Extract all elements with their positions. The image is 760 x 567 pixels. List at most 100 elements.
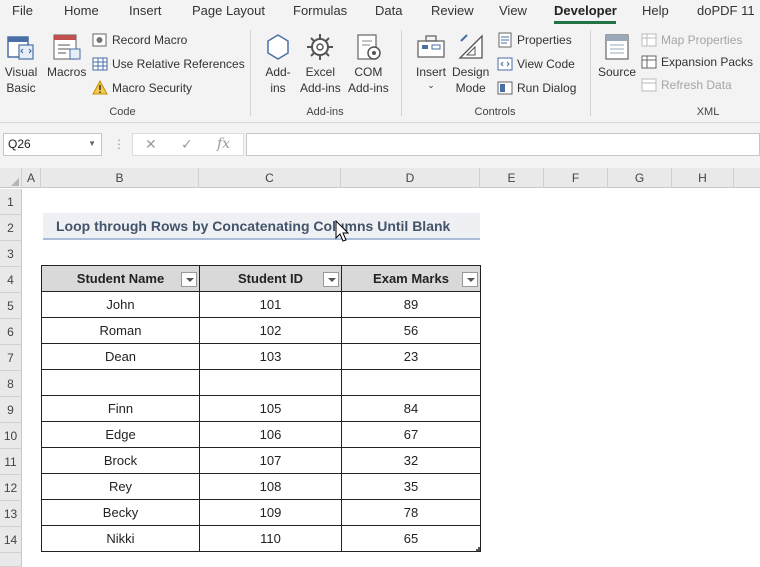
view-code-button[interactable]: View Code xyxy=(497,54,575,74)
controls-group-label: Controls xyxy=(474,106,516,118)
cell-exam-marks[interactable]: 89 xyxy=(341,291,481,318)
cell-student-id[interactable]: 106 xyxy=(199,421,342,448)
cell-exam-marks[interactable]: 78 xyxy=(341,499,481,526)
menu-formulas[interactable]: Formulas xyxy=(293,3,347,18)
cell-student-id[interactable]: 107 xyxy=(199,447,342,474)
cell-student-name[interactable]: John xyxy=(41,291,200,318)
menu-page-layout[interactable]: Page Layout xyxy=(192,3,265,18)
row-header[interactable]: 6 xyxy=(0,319,22,345)
column-header-f[interactable]: F xyxy=(544,168,608,188)
expansion-packs-button[interactable]: Expansion Packs xyxy=(641,52,753,72)
cell-student-id[interactable]: 103 xyxy=(199,343,342,370)
run-dialog-button[interactable]: Run Dialog xyxy=(497,78,576,98)
title-cell[interactable]: Loop through Rows by Concatenating Colum… xyxy=(43,213,480,240)
cell-exam-marks[interactable]: 56 xyxy=(341,317,481,344)
formula-input[interactable] xyxy=(246,133,760,156)
excel-addins-button[interactable]: Excel Add-ins xyxy=(300,30,341,96)
select-all-button[interactable] xyxy=(0,168,22,188)
cell-exam-marks[interactable] xyxy=(341,369,481,396)
insert-function-icon[interactable]: fx xyxy=(217,136,230,152)
insert-controls-button[interactable]: Insert ⌄ xyxy=(414,30,448,90)
macro-security-button[interactable]: Macro Security xyxy=(92,78,192,98)
cell-student-id[interactable]: 105 xyxy=(199,395,342,422)
menu-file[interactable]: File xyxy=(12,3,33,18)
row-header[interactable]: 14 xyxy=(0,527,22,553)
row-header[interactable]: 13 xyxy=(0,501,22,527)
row-header[interactable]: 10 xyxy=(0,423,22,449)
row-header[interactable]: 1 xyxy=(0,189,22,215)
header-exam-marks[interactable]: Exam Marks xyxy=(341,265,481,292)
refresh-data-button[interactable]: Refresh Data xyxy=(641,75,732,95)
com-addins-button[interactable]: COM Add-ins xyxy=(348,30,389,96)
header-student-id[interactable]: Student ID xyxy=(199,265,342,292)
expansion-packs-label: Expansion Packs xyxy=(661,55,754,69)
menu-view[interactable]: View xyxy=(499,3,527,18)
cell-student-id[interactable]: 110 xyxy=(199,525,342,552)
row-header[interactable]: 2 xyxy=(0,215,22,241)
source-button[interactable]: Source xyxy=(598,30,636,80)
row-header[interactable]: 9 xyxy=(0,397,22,423)
cell-student-name[interactable] xyxy=(41,369,200,396)
cell-student-name[interactable]: Edge xyxy=(41,421,200,448)
addins-button[interactable]: Add- ins xyxy=(261,30,295,96)
table-resize-handle[interactable] xyxy=(476,547,480,551)
name-box[interactable]: Q26 ▼ xyxy=(3,133,102,156)
column-header-b[interactable]: B xyxy=(41,168,199,188)
menu-help[interactable]: Help xyxy=(642,3,669,18)
menu-home[interactable]: Home xyxy=(64,3,99,18)
cell-exam-marks[interactable]: 65 xyxy=(341,525,481,552)
cell-student-id[interactable]: 108 xyxy=(199,473,342,500)
menu-dopdf[interactable]: doPDF 11 xyxy=(697,3,755,18)
cell-student-name[interactable]: Finn xyxy=(41,395,200,422)
chevron-down-icon[interactable]: ▼ xyxy=(88,139,96,148)
column-header-a[interactable]: A xyxy=(22,168,41,188)
visual-basic-button[interactable]: Visual Basic xyxy=(4,30,38,96)
properties-button[interactable]: Properties xyxy=(497,30,572,50)
row-header[interactable]: 7 xyxy=(0,345,22,371)
cell-exam-marks[interactable]: 67 xyxy=(341,421,481,448)
cell-student-name[interactable]: Rey xyxy=(41,473,200,500)
row-header[interactable]: 11 xyxy=(0,449,22,475)
menu-review[interactable]: Review xyxy=(431,3,474,18)
row-header[interactable]: 12 xyxy=(0,475,22,501)
cell-exam-marks[interactable]: 84 xyxy=(341,395,481,422)
cell-student-id[interactable]: 101 xyxy=(199,291,342,318)
relative-references-button[interactable]: Use Relative References xyxy=(92,54,245,74)
cell-student-name[interactable]: Dean xyxy=(41,343,200,370)
cell-student-name[interactable]: Roman xyxy=(41,317,200,344)
column-header-c[interactable]: C xyxy=(199,168,341,188)
cell-exam-marks[interactable]: 23 xyxy=(341,343,481,370)
row-header[interactable]: 3 xyxy=(0,241,22,267)
filter-dropdown-icon[interactable] xyxy=(181,272,197,287)
design-mode-button[interactable]: Design Mode xyxy=(452,30,489,96)
menu-developer[interactable]: Developer xyxy=(554,3,617,18)
column-header-e[interactable]: E xyxy=(480,168,544,188)
column-header-g[interactable]: G xyxy=(608,168,672,188)
cell-student-id[interactable]: 109 xyxy=(199,499,342,526)
cell-student-name[interactable]: Becky xyxy=(41,499,200,526)
row-header[interactable] xyxy=(0,553,22,567)
filter-dropdown-icon[interactable] xyxy=(323,272,339,287)
map-properties-button[interactable]: Map Properties xyxy=(641,30,742,50)
macros-button[interactable]: Macros xyxy=(47,30,86,80)
design-mode-icon xyxy=(454,30,488,64)
menu-data[interactable]: Data xyxy=(375,3,402,18)
record-macro-button[interactable]: Record Macro xyxy=(92,30,187,50)
cell-exam-marks[interactable]: 32 xyxy=(341,447,481,474)
column-header-d[interactable]: D xyxy=(341,168,480,188)
cancel-icon[interactable]: ✕ xyxy=(145,136,157,153)
column-header-h[interactable]: H xyxy=(672,168,734,188)
menu-insert[interactable]: Insert xyxy=(129,3,162,18)
cell-student-name[interactable]: Brock xyxy=(41,447,200,474)
row-header[interactable]: 8 xyxy=(0,371,22,397)
cell-student-id[interactable]: 102 xyxy=(199,317,342,344)
confirm-icon[interactable]: ✓ xyxy=(181,136,193,153)
cell-student-name[interactable]: Nikki xyxy=(41,525,200,552)
cell-exam-marks[interactable]: 35 xyxy=(341,473,481,500)
filter-dropdown-icon[interactable] xyxy=(462,272,478,287)
properties-label: Properties xyxy=(517,33,572,47)
cell-student-id[interactable] xyxy=(199,369,342,396)
header-student-name[interactable]: Student Name xyxy=(41,265,200,292)
row-header[interactable]: 4 xyxy=(0,267,22,293)
row-header[interactable]: 5 xyxy=(0,293,22,319)
